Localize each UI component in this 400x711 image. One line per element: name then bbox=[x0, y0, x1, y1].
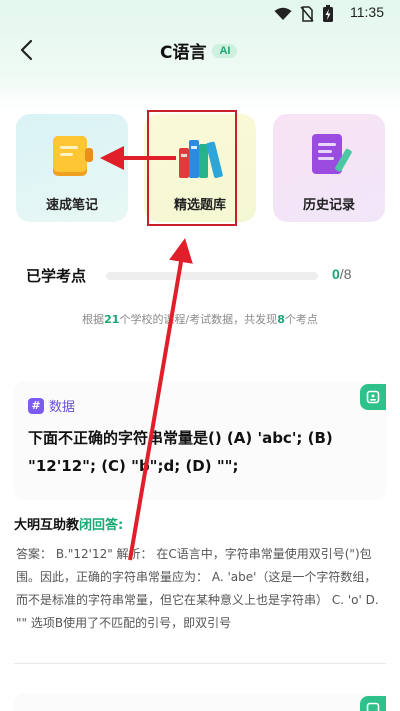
chevron-left-icon bbox=[20, 39, 33, 61]
divider bbox=[14, 663, 386, 664]
progress-bar bbox=[106, 272, 318, 280]
chat-icon bbox=[366, 390, 380, 404]
progress-label: 已学考点 bbox=[26, 267, 87, 285]
page-title: C语言 bbox=[160, 43, 207, 63]
document-pen-icon bbox=[312, 134, 352, 174]
question-text: 下面不正确的字符串常量是() (A) 'abc'; (B) "12'12"; (… bbox=[28, 429, 333, 475]
status-icons bbox=[274, 5, 334, 23]
progress-done: 0 bbox=[332, 266, 340, 282]
history-card[interactable]: 历史记录 bbox=[273, 114, 385, 222]
info-suffix: 个考点 bbox=[284, 313, 318, 326]
battery-charging-icon bbox=[323, 5, 333, 22]
notebook-icon bbox=[53, 136, 93, 176]
history-label: 历史记录 bbox=[302, 198, 355, 213]
back-button[interactable] bbox=[14, 36, 40, 64]
progress-row: 已学考点 0/8 bbox=[26, 264, 366, 288]
info-line: 根据21个学校的课程/考试数据，共发现8个考点 bbox=[0, 311, 400, 327]
question-card[interactable]: # 数据 下面不正确的字符串常量是() (A) 'abc'; (B) "12'1… bbox=[14, 382, 386, 500]
question-tag: # 数据 bbox=[28, 396, 75, 415]
answer-section: 大明互助教闭回答: 答案： B."12'12" 解析： 在C语言中，字符串常量使… bbox=[14, 514, 386, 635]
nav-bar: C语言 AI bbox=[0, 32, 400, 68]
chat-side-button[interactable] bbox=[360, 384, 386, 410]
answer-text: 答案： B."12'12" 解析： 在C语言中，字符串常量使用双引号(")包围。… bbox=[16, 547, 379, 630]
chat-icon bbox=[366, 702, 380, 711]
info-points: 8 bbox=[277, 313, 285, 326]
info-prefix: 根据 bbox=[82, 313, 105, 326]
title-group: C语言 AI bbox=[160, 38, 238, 63]
answer-title-link[interactable]: 闭回答: bbox=[79, 518, 123, 533]
hashtag-icon: # bbox=[28, 397, 44, 414]
info-schools: 21 bbox=[104, 313, 120, 326]
notes-card[interactable]: 速成笔记 bbox=[16, 114, 128, 222]
info-middle: 个学校的课程/考试数据，共发现 bbox=[119, 313, 278, 326]
notes-label: 速成笔记 bbox=[45, 198, 98, 213]
question-tag-label: 数据 bbox=[49, 400, 76, 415]
clock: 11:35 bbox=[350, 4, 384, 20]
answer-title-prefix: 大明互助教 bbox=[14, 518, 80, 533]
highlight-box bbox=[147, 110, 237, 226]
status-bar: 11:35 bbox=[0, 0, 400, 28]
answer-title: 大明互助教闭回答: bbox=[14, 514, 386, 533]
wifi-icon bbox=[274, 7, 292, 20]
chat-side-button-2[interactable] bbox=[360, 696, 386, 711]
progress-total: 8 bbox=[343, 266, 352, 282]
ai-badge: AI bbox=[212, 43, 238, 58]
progress-count: 0/8 bbox=[332, 266, 351, 282]
next-question-card[interactable] bbox=[14, 694, 386, 711]
no-sim-icon bbox=[300, 6, 314, 22]
